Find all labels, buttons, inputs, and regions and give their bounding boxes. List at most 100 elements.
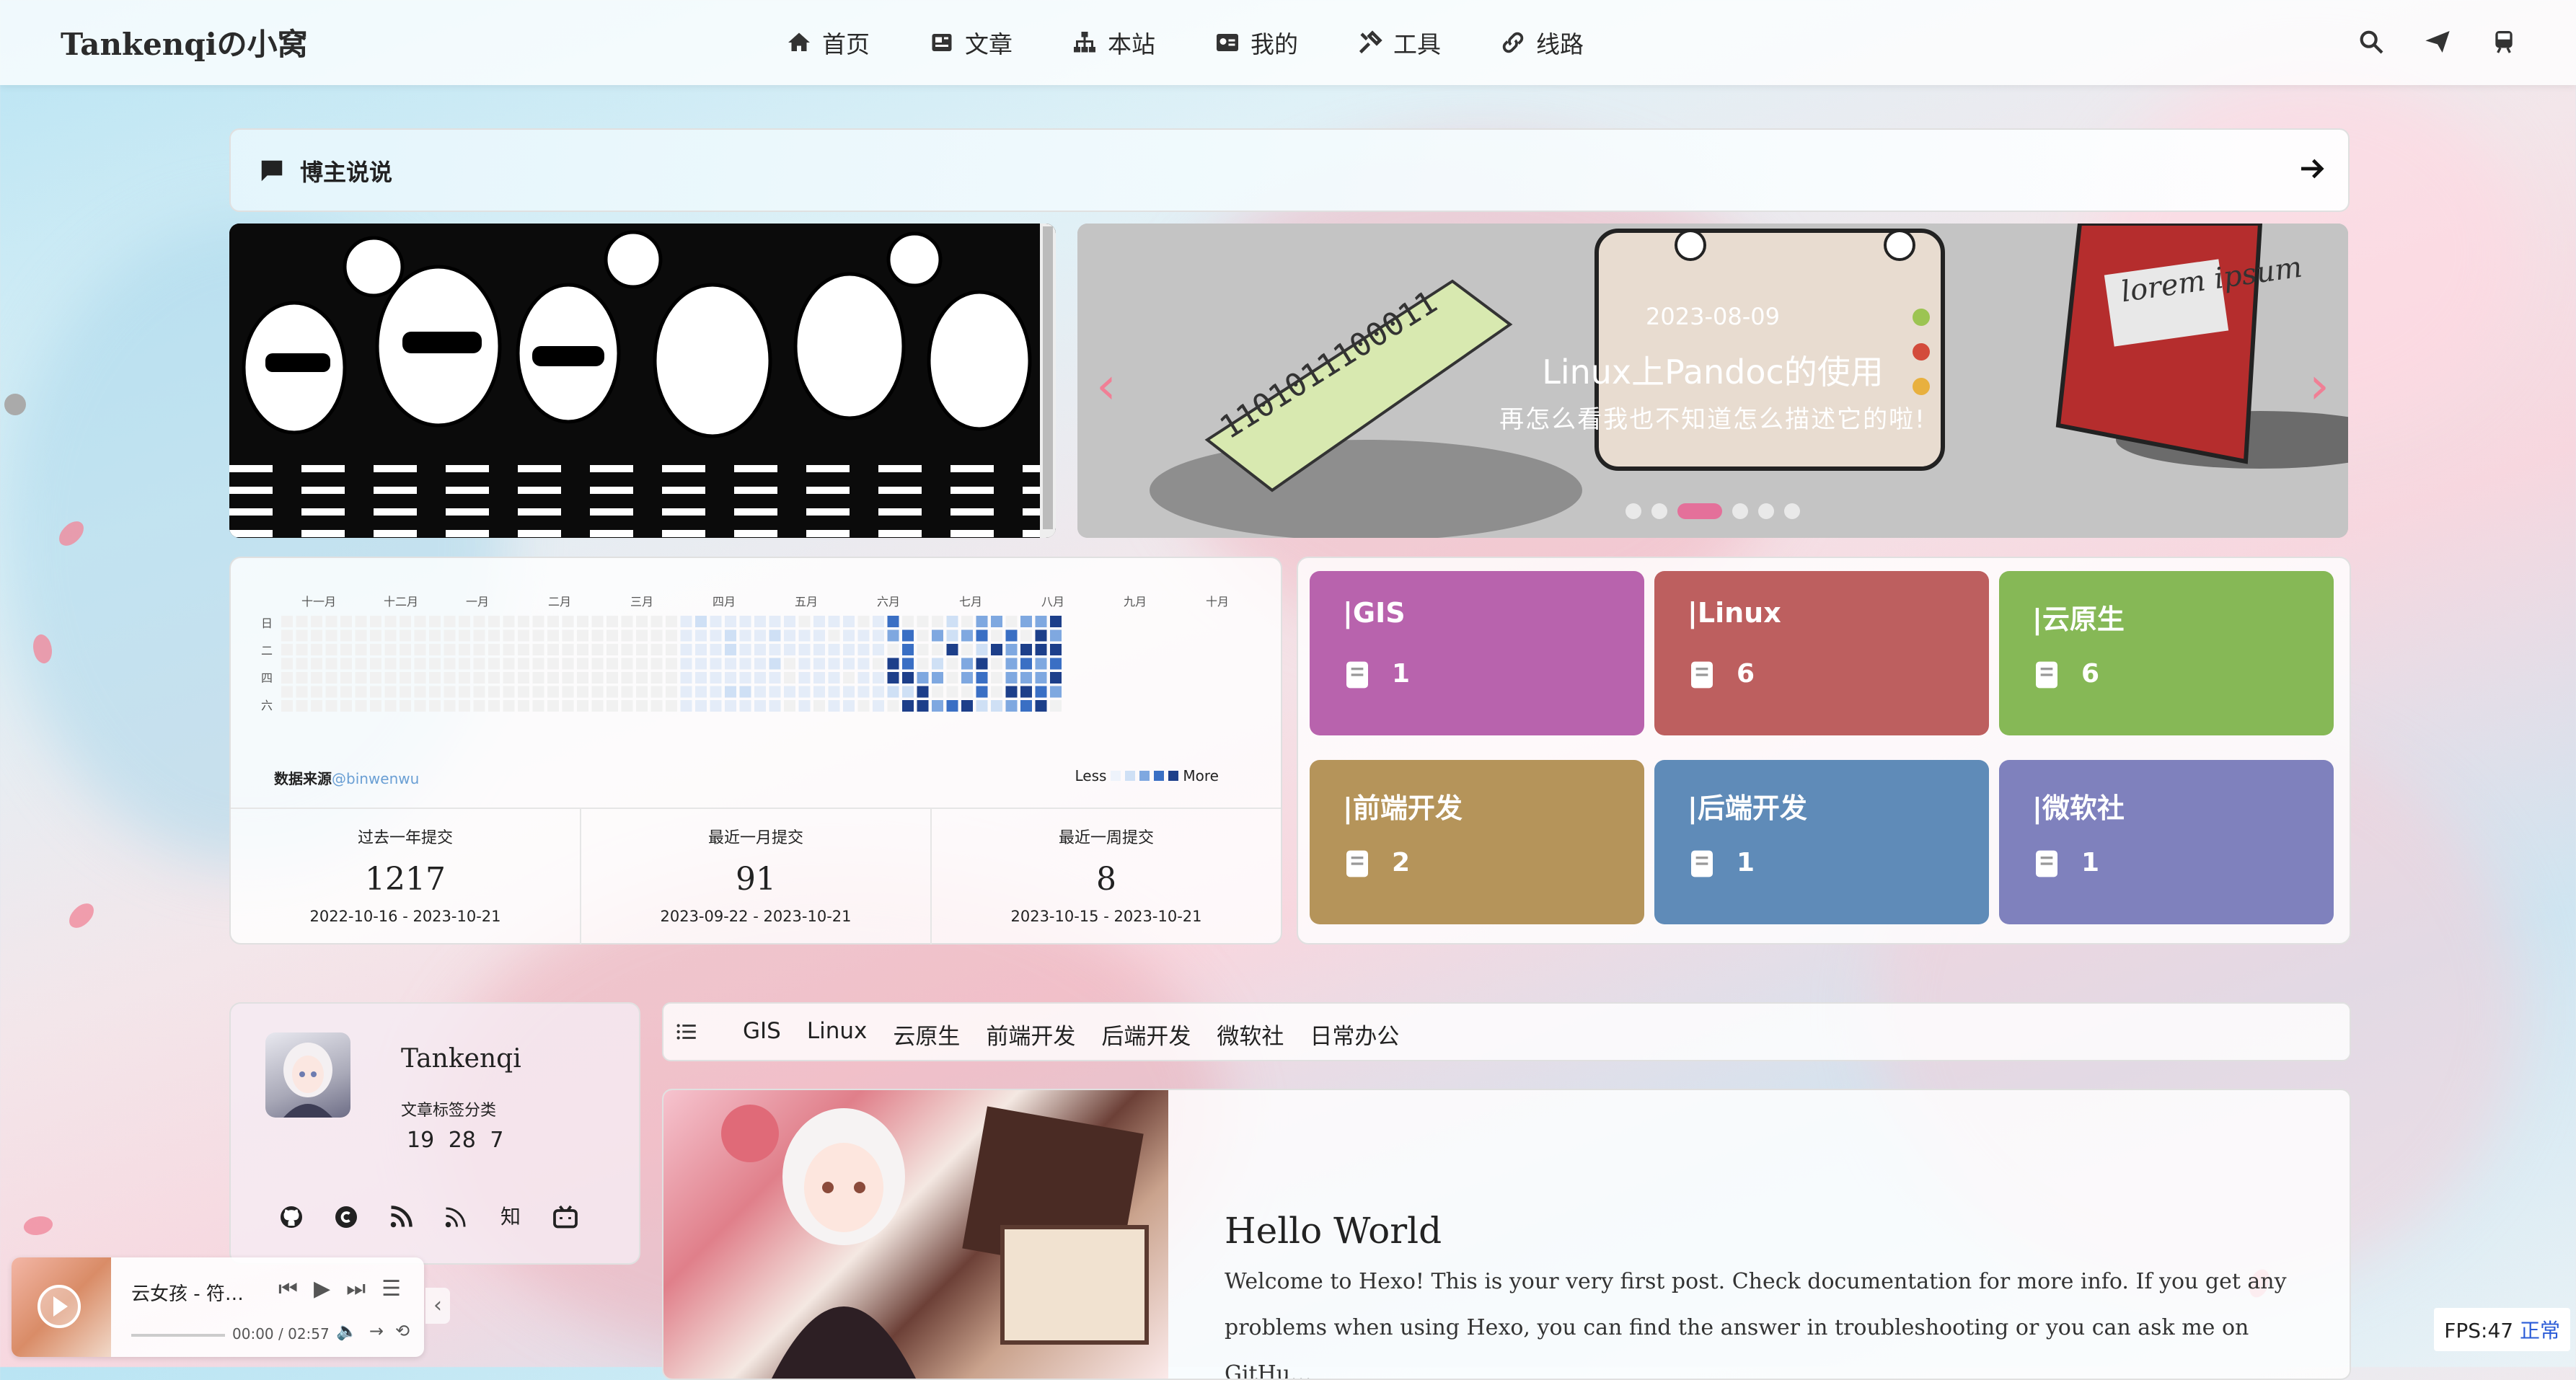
contrib-cell[interactable] xyxy=(1020,629,1032,642)
nav-site[interactable]: 本站 xyxy=(1072,25,1155,60)
contrib-cell[interactable] xyxy=(991,658,1002,670)
contrib-cell[interactable] xyxy=(1020,686,1032,698)
contrib-cell[interactable] xyxy=(518,644,529,655)
contrib-cell[interactable] xyxy=(813,672,825,684)
contrib-cell[interactable] xyxy=(754,629,766,642)
contrib-cell[interactable] xyxy=(902,686,914,698)
contrib-cell[interactable] xyxy=(518,629,529,642)
contrib-cell[interactable] xyxy=(325,672,338,684)
contrib-cell[interactable] xyxy=(1020,672,1032,684)
contrib-cell[interactable] xyxy=(769,644,781,655)
contrib-cell[interactable] xyxy=(976,700,988,712)
contrib-cell[interactable] xyxy=(488,672,500,684)
contrib-cell[interactable] xyxy=(562,686,574,698)
contrib-cell[interactable] xyxy=(296,672,308,684)
contrib-cell[interactable] xyxy=(769,672,781,684)
contrib-cell[interactable] xyxy=(902,658,914,670)
contrib-cell[interactable] xyxy=(370,658,381,670)
slider-dot[interactable] xyxy=(1677,503,1722,519)
contrib-cell[interactable] xyxy=(355,672,367,684)
contrib-cell[interactable] xyxy=(1005,700,1018,712)
contrib-cell[interactable] xyxy=(636,672,648,684)
contrib-cell[interactable] xyxy=(991,629,1002,642)
github-icon[interactable] xyxy=(278,1204,304,1230)
contrib-cell[interactable] xyxy=(828,644,840,655)
contrib-cell[interactable] xyxy=(843,658,855,670)
contrib-cell[interactable] xyxy=(414,672,426,684)
contrib-cell[interactable] xyxy=(1050,672,1062,684)
contrib-cell[interactable] xyxy=(459,644,470,655)
contrib-cell[interactable] xyxy=(414,686,426,698)
contrib-cell[interactable] xyxy=(296,644,308,655)
contrib-cell[interactable] xyxy=(976,644,988,655)
contrib-cell[interactable] xyxy=(843,616,855,627)
contrib-cell[interactable] xyxy=(857,672,870,684)
contrib-cell[interactable] xyxy=(591,672,604,684)
contrib-cell[interactable] xyxy=(340,616,352,627)
contrib-cell[interactable] xyxy=(591,700,604,712)
contrib-cell[interactable] xyxy=(296,629,308,642)
contrib-cell[interactable] xyxy=(769,616,781,627)
contrib-cell[interactable] xyxy=(739,644,751,655)
contrib-cell[interactable] xyxy=(459,629,470,642)
contrib-cell[interactable] xyxy=(473,686,485,698)
nav-tools[interactable]: 工具 xyxy=(1357,25,1441,60)
category-cloud-native[interactable]: |云原生 6 xyxy=(1999,571,2334,735)
scroll-indicator[interactable] xyxy=(4,394,26,415)
contrib-cell[interactable] xyxy=(384,672,397,684)
zhihu-icon[interactable]: 知 xyxy=(498,1204,524,1230)
contrib-cell[interactable] xyxy=(384,700,397,712)
contrib-cell[interactable] xyxy=(666,629,677,642)
tag-cloud-native[interactable]: 云原生 xyxy=(893,1018,960,1051)
contrib-cell[interactable] xyxy=(562,629,574,642)
contrib-cell[interactable] xyxy=(577,644,588,655)
contrib-cell[interactable] xyxy=(429,644,441,655)
contrib-cell[interactable] xyxy=(429,700,441,712)
contrib-cell[interactable] xyxy=(547,686,559,698)
contrib-cell[interactable] xyxy=(1005,658,1018,670)
contrib-cell[interactable] xyxy=(710,644,722,655)
contrib-cell[interactable] xyxy=(429,672,441,684)
contrib-cell[interactable] xyxy=(961,700,973,712)
contrib-cell[interactable] xyxy=(414,629,426,642)
contrib-cell[interactable] xyxy=(991,672,1002,684)
contrib-cell[interactable] xyxy=(488,686,500,698)
contrib-cell[interactable] xyxy=(710,686,722,698)
contrib-cell[interactable] xyxy=(725,672,736,684)
nav-home[interactable]: 首页 xyxy=(786,25,870,60)
contrib-cell[interactable] xyxy=(1050,644,1062,655)
contrib-cell[interactable] xyxy=(1035,658,1047,670)
contrib-cell[interactable] xyxy=(739,658,751,670)
contrib-cell[interactable] xyxy=(547,700,559,712)
contrib-cell[interactable] xyxy=(340,672,352,684)
contrib-cell[interactable] xyxy=(680,658,692,670)
contrib-cell[interactable] xyxy=(798,686,811,698)
album-cover[interactable] xyxy=(12,1257,111,1357)
contrib-cell[interactable] xyxy=(606,616,618,627)
contrib-cell[interactable] xyxy=(917,686,929,698)
contrib-cell[interactable] xyxy=(887,700,899,712)
contrib-cell[interactable] xyxy=(340,629,352,642)
contrib-cell[interactable] xyxy=(414,644,426,655)
contrib-cell[interactable] xyxy=(532,629,544,642)
contrib-cell[interactable] xyxy=(503,616,515,627)
contrib-cell[interactable] xyxy=(340,644,352,655)
contrib-cell[interactable] xyxy=(873,658,884,670)
post-title[interactable]: Hello World xyxy=(1225,1210,1442,1252)
prev-track-icon[interactable]: ⏮ xyxy=(278,1276,298,1301)
contrib-cell[interactable] xyxy=(961,629,973,642)
contrib-cell[interactable] xyxy=(991,686,1002,698)
contrib-cell[interactable] xyxy=(976,629,988,642)
bilibili-icon[interactable] xyxy=(552,1204,578,1230)
contrib-cell[interactable] xyxy=(650,629,663,642)
contrib-cell[interactable] xyxy=(725,616,736,627)
contrib-cell[interactable] xyxy=(946,658,958,670)
contrib-cell[interactable] xyxy=(828,686,840,698)
contrib-cell[interactable] xyxy=(606,644,618,655)
contrib-cell[interactable] xyxy=(444,629,456,642)
contrib-cell[interactable] xyxy=(281,616,293,627)
contrib-cell[interactable] xyxy=(1020,700,1032,712)
contrib-cell[interactable] xyxy=(725,644,736,655)
contrib-cell[interactable] xyxy=(444,686,456,698)
contrib-cell[interactable] xyxy=(1020,658,1032,670)
